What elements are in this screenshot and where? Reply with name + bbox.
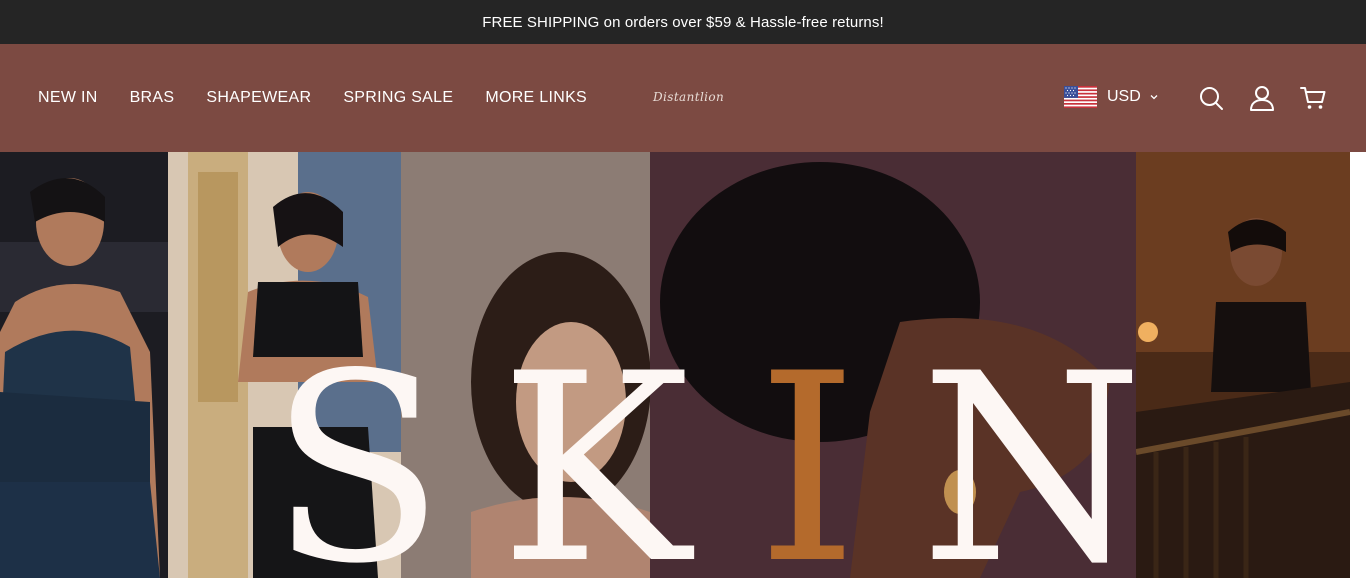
nav-more-links[interactable]: MORE LINKS — [485, 89, 587, 107]
brand-logo[interactable]: Distantlion — [653, 90, 724, 104]
nav-bras[interactable]: BRAS — [130, 89, 175, 107]
search-button[interactable] — [1198, 85, 1224, 111]
nav-spring-sale[interactable]: SPRING SALE — [343, 89, 453, 107]
currency-selector[interactable]: USD — [1064, 86, 1159, 108]
cart-button[interactable] — [1300, 85, 1326, 111]
announcement-text: FREE SHIPPING on orders over $59 & Hassl… — [482, 13, 884, 31]
cart-icon — [1300, 87, 1326, 109]
hero-photo-3 — [401, 152, 650, 578]
hero-photo-4 — [650, 152, 1136, 578]
site-header: NEW IN BRAS SHAPEWEAR SPRING SALE MORE L… — [0, 44, 1366, 152]
page-scrollbar[interactable] — [1350, 152, 1366, 578]
hero-photo-5 — [1136, 152, 1350, 578]
main-nav: NEW IN BRAS SHAPEWEAR SPRING SALE MORE L… — [38, 44, 619, 152]
nav-new-in[interactable]: NEW IN — [38, 89, 98, 107]
us-flag-icon — [1064, 86, 1097, 108]
user-icon — [1250, 86, 1274, 111]
hero-banner[interactable]: S K I N — [0, 152, 1350, 578]
hero-photo-1 — [0, 152, 168, 578]
currency-label: USD — [1107, 88, 1141, 105]
nav-shapewear[interactable]: SHAPEWEAR — [206, 89, 311, 107]
search-icon — [1200, 87, 1223, 110]
announcement-bar: FREE SHIPPING on orders over $59 & Hassl… — [0, 0, 1366, 44]
chevron-down-icon — [1150, 95, 1158, 100]
hero-photo-2 — [168, 152, 401, 578]
account-button[interactable] — [1249, 85, 1275, 111]
